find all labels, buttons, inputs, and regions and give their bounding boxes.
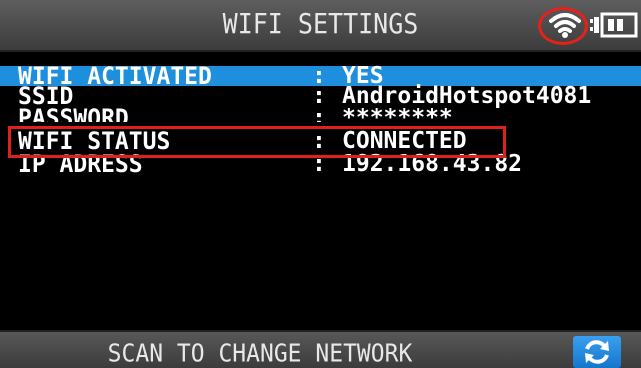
wifi-status-highlight-box (8, 126, 506, 158)
setting-value: ******** (342, 108, 453, 122)
refresh-button[interactable] (573, 336, 621, 368)
setting-separator: : (312, 108, 326, 122)
wifi-settings-screen: WIFI SETTINGS WIFI ACTIVATED : YES SSID … (0, 0, 641, 368)
refresh-icon (585, 340, 609, 364)
setting-label: SSID (18, 82, 74, 111)
header-bar: WIFI SETTINGS (0, 0, 641, 52)
scan-network-label[interactable]: SCAN TO CHANGE NETWORK (0, 340, 520, 368)
footer-bar: SCAN TO CHANGE NETWORK (0, 330, 641, 368)
setting-row-ssid[interactable]: SSID : AndroidHotspot4081 (0, 82, 641, 111)
setting-row-password[interactable]: PASSWORD : ******** (0, 108, 641, 122)
setting-value: AndroidHotspot4081 (342, 83, 592, 109)
wifi-icon-highlight-circle (538, 7, 588, 45)
setting-separator: : (312, 83, 326, 109)
battery-charging-icon (590, 12, 638, 38)
setting-label: PASSWORD (18, 108, 129, 122)
